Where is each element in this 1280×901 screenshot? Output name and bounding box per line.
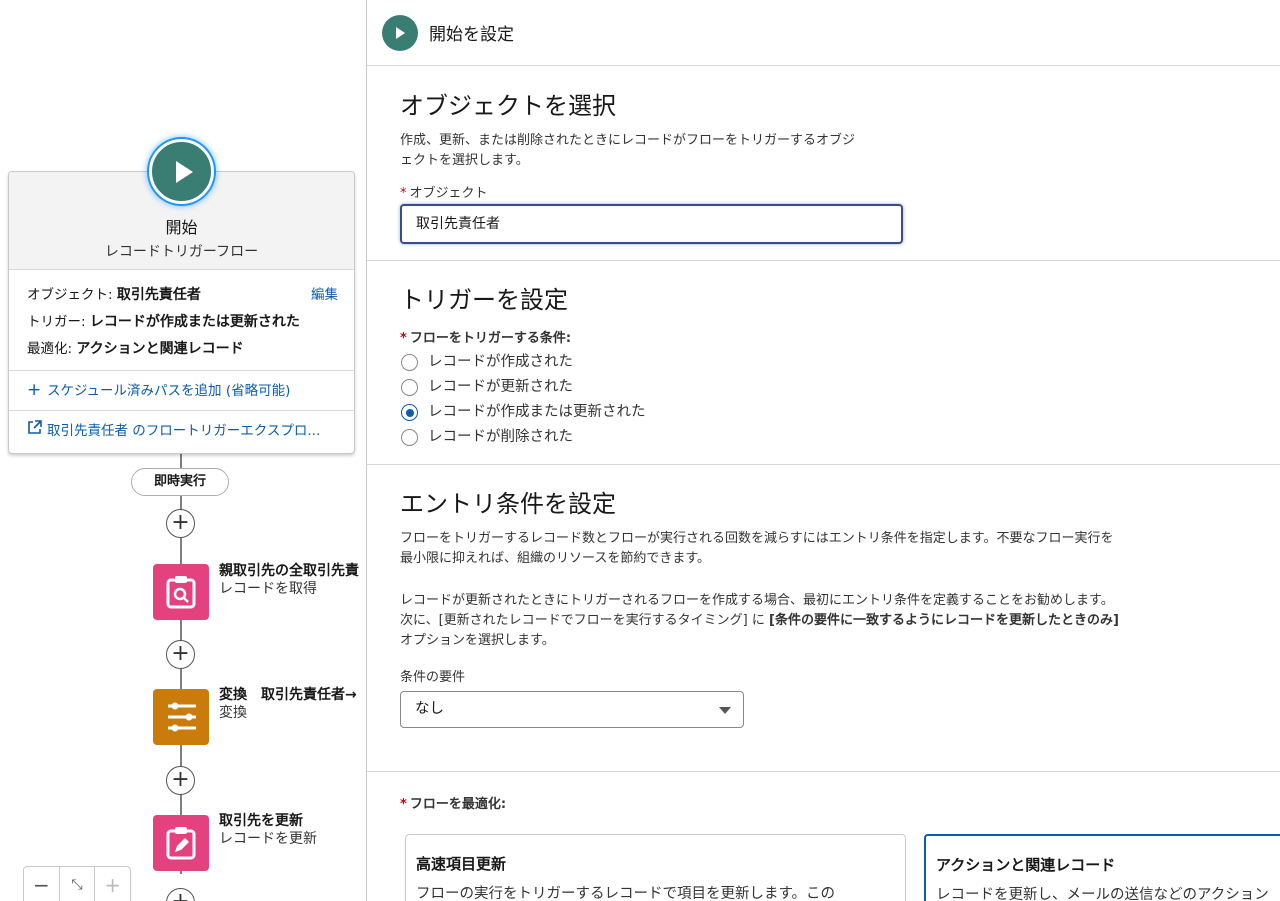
object-row: オブジェクト: 取引先責任者 編集: [27, 282, 338, 309]
trigger-value: レコードが作成または更新された: [89, 314, 300, 330]
optimize-value: アクションと関連レコード: [76, 341, 244, 357]
start-subtitle: レコードトリガーフロー: [104, 244, 259, 260]
actions-and-related-records-card[interactable]: アクションと関連レコード レコードを更新し、メールの送信などのアクション: [924, 834, 1280, 901]
object-input[interactable]: 取引先責任者: [400, 204, 903, 244]
zoom-controls: − ⤡ +: [23, 866, 131, 901]
trigger-section: トリガーを設定 * フローをトリガーする条件: レコードが作成された レコードが更…: [367, 261, 1280, 465]
optimize-label: 最適化:: [27, 341, 77, 357]
fit-view-button[interactable]: ⤡: [60, 867, 96, 901]
entry-section-title: エントリ条件を設定: [400, 490, 616, 518]
panel-title: 開始を設定: [429, 25, 514, 45]
condition-requirement-select[interactable]: なし: [400, 691, 744, 728]
add-element-button[interactable]: +: [166, 766, 195, 795]
add-scheduled-path-link[interactable]: + スケジュール済みパスを追加 (省略可能): [9, 370, 354, 410]
transform-icon[interactable]: [153, 689, 209, 745]
trigger-radio-group: レコードが作成された レコードが更新された レコードが作成または更新された レコ…: [400, 350, 1280, 450]
trigger-explorer-link[interactable]: 取引先責任者 のフロートリガーエクスプロ...: [9, 410, 354, 450]
fast-field-updates-card[interactable]: 高速項目更新 フローの実行をトリガーするレコードで項目を更新します。この: [405, 834, 906, 901]
add-path-label: スケジュール済みパスを追加 (省略可能): [47, 383, 291, 399]
card-title: 高速項目更新: [416, 855, 507, 873]
optimize-field-label: * フローを最適化:: [400, 797, 507, 812]
card-desc: フローの実行をトリガーするレコードで項目を更新します。この: [416, 886, 836, 901]
update-records-icon[interactable]: [153, 815, 209, 871]
object-section-desc: 作成、更新、または削除されたときにレコードがフローをトリガーするオブジ ェクトを…: [400, 133, 856, 168]
radio-button[interactable]: [401, 429, 418, 446]
node-subtitle: 変換: [219, 705, 247, 721]
get-records-icon[interactable]: [153, 564, 209, 620]
card-desc: レコードを更新し、メールの送信などのアクション: [936, 887, 1269, 901]
node-title: 取引先を更新: [219, 813, 303, 829]
radio-button[interactable]: [401, 354, 418, 371]
explorer-link-label: 取引先責任者 のフロートリガーエクスプロ...: [47, 423, 321, 439]
zoom-out-button[interactable]: −: [24, 867, 60, 901]
object-section: オブジェクトを選択 作成、更新、または削除されたときにレコードがフローをトリガー…: [367, 66, 1280, 261]
radio-button-selected[interactable]: [401, 404, 418, 421]
radio-button[interactable]: [401, 379, 418, 396]
trigger-row: トリガー: レコードが作成または更新された: [27, 309, 338, 336]
external-link-icon: [27, 411, 47, 450]
panel-header: 開始を設定: [367, 0, 1280, 66]
node-title: 親取引先の全取引先責: [219, 563, 359, 579]
object-value: 取引先責任者: [116, 287, 201, 303]
add-element-button[interactable]: +: [166, 509, 195, 538]
trigger-label: トリガー:: [27, 314, 90, 330]
trigger-field-label: * フローをトリガーする条件:: [400, 331, 572, 346]
entry-desc-2: レコードが更新されたときにトリガーされるフローを作成する場合、最初にエントリ条件…: [400, 593, 1119, 648]
radio-created-or-updated[interactable]: レコードが作成または更新された: [400, 400, 1280, 425]
play-icon: [382, 15, 418, 51]
entry-desc-1: フローをトリガーするレコード数とフローが実行される回数を減らすにはエントリ条件を…: [400, 531, 1114, 566]
add-element-button[interactable]: +: [166, 640, 195, 669]
radio-deleted[interactable]: レコードが削除された: [400, 425, 1280, 450]
trigger-section-title: トリガーを設定: [400, 286, 568, 314]
add-element-button[interactable]: +: [166, 888, 195, 901]
card-title: アクションと関連レコード: [936, 856, 1116, 874]
select-value: なし: [415, 701, 444, 717]
zoom-in-button[interactable]: +: [95, 867, 130, 901]
node-title: 変換 取引先責任者→: [219, 687, 357, 703]
plus-icon: +: [27, 380, 42, 400]
start-play-icon[interactable]: [149, 139, 214, 204]
node-subtitle: レコードを更新: [219, 831, 317, 847]
update-records-label[interactable]: 取引先を更新 レコードを更新: [219, 812, 317, 848]
node-subtitle: レコードを取得: [219, 581, 317, 597]
condition-requirement-label: 条件の要件: [400, 670, 466, 685]
edit-link[interactable]: 編集: [311, 282, 338, 309]
start-title: 開始: [165, 218, 198, 237]
start-config-panel: 開始を設定 オブジェクトを選択 作成、更新、または削除されたときにレコードがフロ…: [366, 0, 1280, 901]
object-section-title: オブジェクトを選択: [400, 92, 616, 120]
flow-canvas[interactable]: 開始 レコードトリガーフロー オブジェクト: 取引先責任者 編集 トリガー: レ…: [0, 0, 366, 901]
object-label: オブジェクト:: [27, 287, 117, 303]
object-field-label: * オブジェクト: [400, 186, 488, 201]
radio-created[interactable]: レコードが作成された: [400, 350, 1280, 375]
chevron-down-icon: [719, 707, 731, 714]
optimize-row: 最適化: アクションと関連レコード: [27, 336, 338, 363]
get-records-label[interactable]: 親取引先の全取引先責 レコードを取得: [219, 562, 359, 598]
run-immediately-badge: 即時実行: [131, 468, 229, 496]
start-element-card[interactable]: 開始 レコードトリガーフロー オブジェクト: 取引先責任者 編集 トリガー: レ…: [8, 171, 355, 454]
radio-updated[interactable]: レコードが更新された: [400, 375, 1280, 400]
entry-conditions-section: エントリ条件を設定 フローをトリガーするレコード数とフローが実行される回数を減ら…: [367, 465, 1280, 772]
transform-label[interactable]: 変換 取引先責任者→ 変換: [219, 686, 357, 722]
